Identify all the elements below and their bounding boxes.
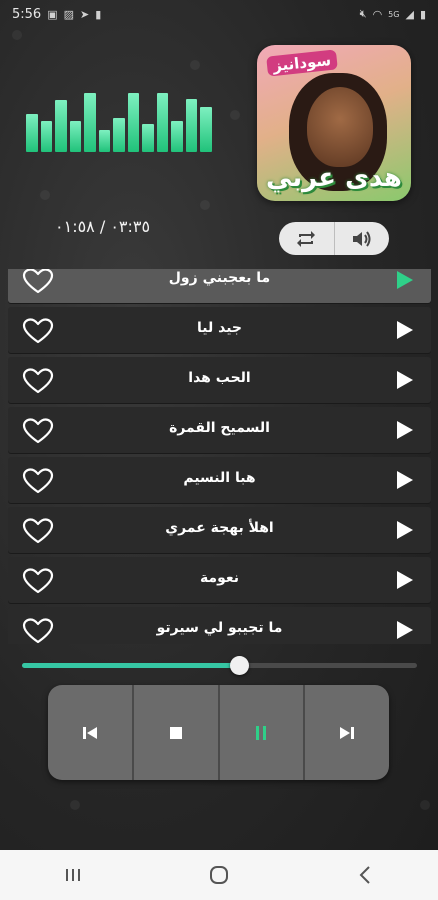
- heart-icon[interactable]: [22, 518, 54, 544]
- repeat-button[interactable]: [279, 222, 335, 255]
- heart-icon[interactable]: [22, 318, 54, 344]
- track-row[interactable]: هبا النسيم: [8, 457, 431, 503]
- background-dot: [12, 30, 22, 40]
- equalizer-bar: [26, 114, 38, 152]
- previous-button[interactable]: [48, 685, 134, 780]
- track-title: ما تجيبو لي سيرتو: [156, 620, 283, 636]
- clipboard-icon: ▮: [95, 7, 102, 21]
- seek-bar-fill: [22, 663, 240, 668]
- equalizer-bar: [84, 93, 96, 152]
- mute-icon: 🔇︎: [359, 7, 367, 20]
- recents-icon: [66, 869, 80, 881]
- play-icon[interactable]: [397, 321, 413, 339]
- background-dot: [70, 800, 80, 810]
- status-time: 5:56: [12, 6, 42, 22]
- play-icon[interactable]: [397, 621, 413, 639]
- network-label: 5G: [388, 9, 400, 19]
- play-icon[interactable]: [397, 571, 413, 589]
- background-dot: [190, 60, 200, 70]
- status-right: 🔇︎ ◠ 5G ◢ ▮: [360, 7, 426, 21]
- pause-button[interactable]: [220, 685, 306, 780]
- seek-bar[interactable]: [22, 656, 417, 675]
- track-list[interactable]: ما بعجبني زول جيد ليا الحب هدا السميح القمر…: [8, 269, 431, 644]
- image-icon: ▨: [63, 7, 75, 21]
- track-row[interactable]: الحب هدا: [8, 357, 431, 403]
- equalizer-bar: [113, 118, 125, 152]
- track-title: جيد ليا: [197, 320, 242, 336]
- heart-icon[interactable]: [22, 368, 54, 394]
- background-dot: [40, 190, 50, 200]
- heart-icon[interactable]: [22, 618, 54, 644]
- album-cover: سودانيز هدى عربي: [257, 45, 411, 201]
- equalizer-bar: [185, 99, 198, 152]
- volume-icon: [352, 230, 371, 247]
- track-title: ما بعجبني زول: [168, 270, 271, 286]
- heart-icon[interactable]: [22, 468, 54, 494]
- play-icon[interactable]: [397, 271, 413, 289]
- back-icon: [359, 866, 370, 884]
- heart-icon[interactable]: [22, 269, 54, 294]
- repeat-volume-controls: [279, 222, 389, 255]
- equalizer-bar: [40, 121, 53, 152]
- background-dot: [420, 800, 430, 810]
- equalizer-bar: [98, 130, 111, 152]
- heart-icon[interactable]: [22, 568, 54, 594]
- track-title: نعومة: [199, 570, 240, 586]
- status-left: 5:56 ▣ ▨ ➤ ▮: [12, 7, 101, 22]
- play-icon[interactable]: [397, 521, 413, 539]
- track-title: هبا النسيم: [183, 470, 256, 486]
- next-button[interactable]: [305, 685, 389, 780]
- back-button[interactable]: [335, 855, 395, 895]
- battery-icon: ▮: [419, 7, 426, 21]
- equalizer-bar: [200, 107, 212, 152]
- equalizer-bar: [142, 124, 154, 152]
- system-nav-bar: [0, 850, 438, 900]
- gallery-icon: ▣: [47, 7, 58, 21]
- play-icon[interactable]: [397, 371, 413, 389]
- track-title: السميح القمرة: [169, 420, 270, 436]
- seek-bar-thumb[interactable]: [230, 656, 250, 675]
- heart-icon[interactable]: [22, 418, 54, 444]
- equalizer-bar: [171, 121, 183, 152]
- status-bar: 5:56 ▣ ▨ ➤ ▮ 🔇︎ ◠ 5G ◢ ▮: [0, 0, 438, 28]
- home-button[interactable]: [189, 855, 249, 895]
- track-row[interactable]: نعومة: [8, 557, 431, 603]
- previous-icon: [82, 726, 97, 739]
- background-dot: [200, 200, 210, 210]
- cover-artist-name: هدى عربي: [266, 163, 402, 193]
- track-row[interactable]: جيد ليا: [8, 307, 431, 353]
- pause-icon: [256, 725, 267, 740]
- background-dot: [230, 110, 240, 120]
- wifi-icon: ◠: [372, 7, 383, 21]
- volume-button[interactable]: [335, 222, 390, 255]
- stop-icon: [169, 726, 182, 739]
- player-controls: [48, 685, 389, 780]
- equalizer-visualizer: [26, 90, 212, 152]
- cover-face: [307, 87, 373, 167]
- play-icon[interactable]: [397, 421, 413, 439]
- signal-icon: ◢: [405, 7, 414, 21]
- play-icon[interactable]: [397, 471, 413, 489]
- time-readout: ٠٣:٣٥ / ٠١:٥٨: [55, 217, 151, 236]
- equalizer-bar: [69, 121, 82, 152]
- home-icon: [210, 866, 228, 884]
- track-row[interactable]: اهلأ بهجة عمري: [8, 507, 431, 553]
- recents-button[interactable]: [43, 855, 103, 895]
- equalizer-bar: [127, 93, 140, 152]
- stop-button[interactable]: [134, 685, 220, 780]
- track-row[interactable]: السميح القمرة: [8, 407, 431, 453]
- repeat-icon: [297, 230, 316, 247]
- track-row[interactable]: ما تجيبو لي سيرتو: [8, 607, 431, 644]
- telegram-icon: ➤: [80, 7, 90, 21]
- track-row[interactable]: ما بعجبني زول: [8, 269, 431, 303]
- equalizer-bar: [156, 93, 169, 152]
- next-icon: [340, 726, 355, 739]
- equalizer-bar: [55, 100, 67, 152]
- track-title: اهلأ بهجة عمري: [165, 520, 274, 536]
- track-title: الحب هدا: [188, 370, 251, 386]
